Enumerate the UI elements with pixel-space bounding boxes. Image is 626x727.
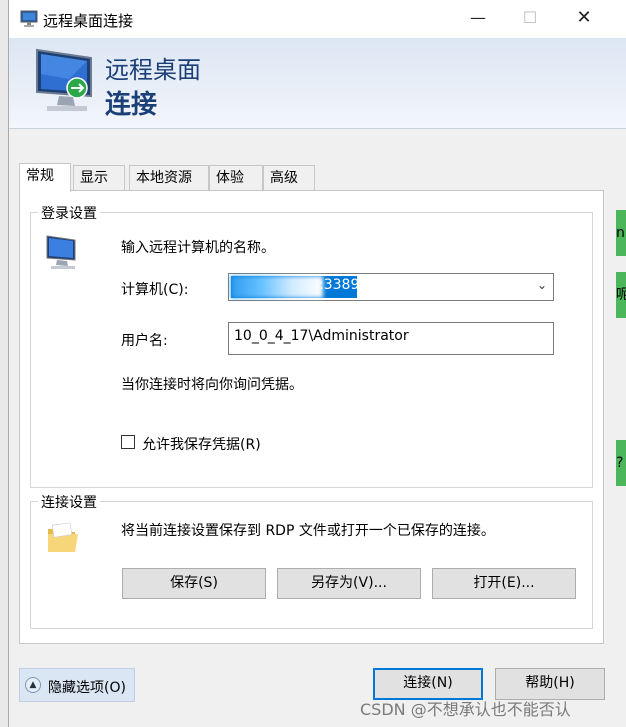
computer-value: :3389 — [319, 277, 360, 293]
collapse-up-icon: ▲ — [25, 677, 41, 693]
general-tab-panel: 登录设置 输入远程计算机的名称。 计算机(C): :3389 ⌄ 用户名: 10… — [19, 190, 604, 644]
connection-settings-group: 连接设置 将当前连接设置保存到 RDP 文件或打开一个已保存的连接。 保存(S)… — [30, 492, 593, 629]
tab-experience[interactable]: 体验 — [209, 165, 263, 190]
computer-label: 计算机(C): — [121, 282, 189, 298]
chevron-down-icon[interactable]: ⌄ — [537, 278, 547, 292]
username-label: 用户名: — [121, 333, 168, 349]
tab-advanced[interactable]: 高级 — [263, 165, 315, 190]
hide-options-label: 隐藏选项(O) — [48, 680, 126, 696]
tab-local-resources[interactable]: 本地资源 — [129, 165, 209, 190]
connection-settings-legend: 连接设置 — [38, 492, 100, 512]
background-fragment-3: ? — [616, 440, 626, 486]
computer-icon — [46, 235, 76, 269]
folder-icon — [48, 522, 78, 552]
tab-general[interactable]: 常规 — [19, 163, 71, 192]
remote-desktop-monitor-icon — [36, 48, 92, 111]
save-credentials-label[interactable]: 允许我保存凭据(R) — [142, 434, 261, 454]
tab-display[interactable]: 显示 — [73, 165, 125, 190]
save-button[interactable]: 保存(S) — [122, 568, 266, 599]
rdp-window: 远程桌面连接 — ☐ ✕ 远程桌面 连接 常规 显示 本地资源 体验 高级 登录… — [8, 0, 626, 727]
login-settings-legend: 登录设置 — [38, 203, 100, 223]
window-title: 远程桌面连接 — [43, 12, 134, 30]
computer-redacted-blur — [231, 276, 323, 298]
csdn-watermark: CSDN @不想承认也不能否认 — [360, 700, 571, 719]
save-as-button[interactable]: 另存为(V)... — [277, 568, 421, 599]
banner-title-line2: 连接 — [105, 90, 158, 120]
background-fragment-1: n — [616, 210, 626, 256]
connection-settings-description: 将当前连接设置保存到 RDP 文件或打开一个已保存的连接。 — [121, 523, 495, 539]
save-credentials-checkbox[interactable] — [121, 435, 135, 449]
login-settings-group: 登录设置 输入远程计算机的名称。 计算机(C): :3389 ⌄ 用户名: 10… — [30, 203, 593, 488]
maximize-button: ☐ — [522, 8, 538, 27]
computer-name-instruction: 输入远程计算机的名称。 — [121, 240, 275, 256]
banner-title-line1: 远程桌面 — [105, 56, 201, 84]
header-banner: 远程桌面 连接 — [9, 38, 626, 129]
remote-desktop-app-icon — [20, 10, 38, 27]
credential-prompt-note: 当你连接时将向你询问凭据。 — [121, 377, 303, 393]
close-button[interactable]: ✕ — [561, 0, 607, 38]
minimize-button[interactable]: — — [455, 0, 501, 38]
username-field[interactable]: 10_0_4_17\Administrator — [228, 322, 554, 355]
username-value: 10_0_4_17\Administrator — [234, 328, 409, 344]
computer-combobox[interactable]: :3389 ⌄ — [228, 273, 554, 301]
title-bar[interactable]: 远程桌面连接 — ☐ ✕ — [9, 0, 626, 38]
hide-options-button[interactable]: ▲ 隐藏选项(O) — [19, 668, 135, 702]
open-button[interactable]: 打开(E)... — [432, 568, 576, 599]
background-fragment-2: 呢 — [616, 272, 626, 318]
